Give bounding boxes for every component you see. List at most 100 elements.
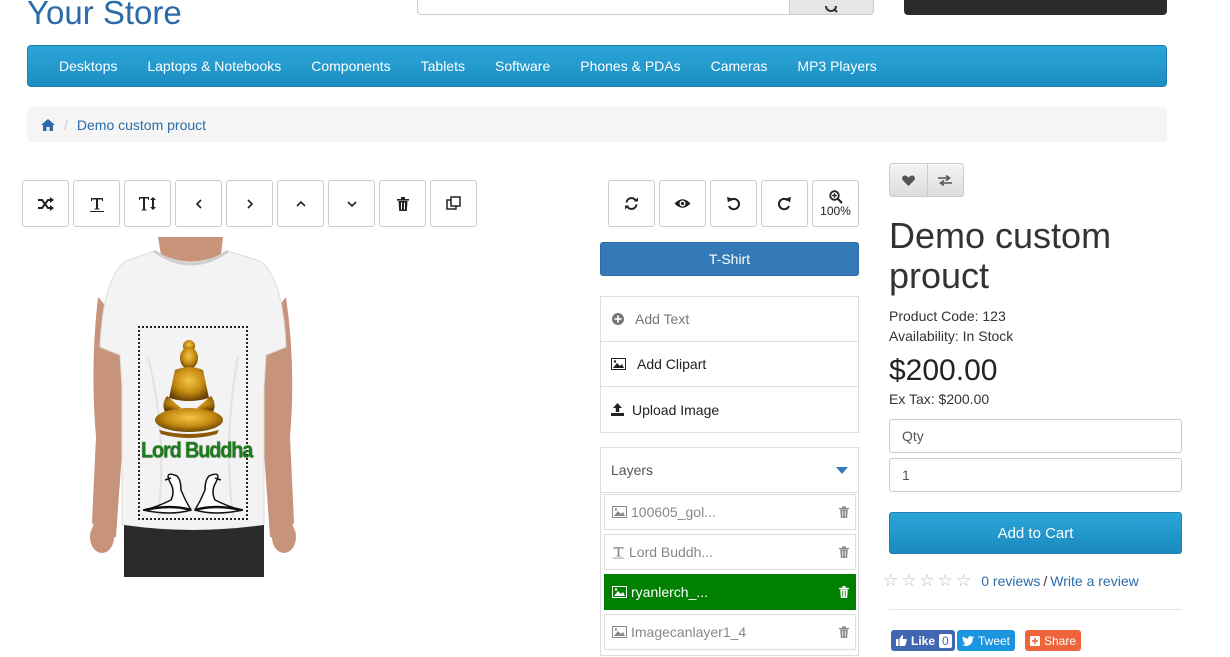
layer-row-active[interactable]: ryanlerch_...	[604, 574, 856, 610]
reset-button[interactable]	[608, 180, 655, 227]
birds-clipart[interactable]	[141, 470, 245, 516]
tweet-label: Tweet	[978, 633, 1011, 648]
write-review-link[interactable]: Write a review	[1050, 573, 1138, 589]
add-to-cart-button[interactable]: Add to Cart	[889, 512, 1182, 554]
share-button[interactable]: Share	[1025, 630, 1082, 651]
facebook-like-button[interactable]: Like 0	[891, 630, 955, 651]
reviews-link[interactable]: 0 reviews	[981, 573, 1040, 589]
layer-name: ryanlerch_...	[631, 584, 709, 600]
text-layer-icon	[612, 547, 625, 559]
tweet-button[interactable]: Tweet	[957, 630, 1016, 651]
layer-row[interactable]: 100605_gol...	[604, 494, 856, 530]
design-text-lord-buddha[interactable]: Lord Buddha	[141, 439, 253, 464]
star-empty-icon: ☆	[956, 571, 972, 590]
layer-name: Imagecanlayer1_4	[631, 624, 747, 640]
layer-delete-icon[interactable]	[833, 506, 855, 518]
redo-button[interactable]	[761, 180, 808, 227]
search-input[interactable]	[417, 0, 790, 15]
chevron-down-icon	[346, 200, 357, 207]
move-right-button[interactable]	[226, 180, 273, 227]
duplicate-button[interactable]	[430, 180, 477, 227]
image-layer-icon	[612, 586, 627, 598]
design-actions: Add Text Add Clipart Upload Image	[600, 296, 859, 433]
clone-icon	[446, 196, 461, 210]
menu-item-desktops[interactable]: Desktops	[44, 58, 132, 74]
layers-title: Layers	[611, 462, 654, 478]
undo-button[interactable]	[710, 180, 757, 227]
rating-row: ☆ ☆ ☆ ☆ ☆ 0 reviews / Write a review	[883, 571, 1139, 591]
product-type-button[interactable]: T-Shirt	[600, 242, 859, 276]
add-text-action[interactable]: Add Text	[601, 297, 858, 342]
add-clipart-label: Add Clipart	[637, 356, 707, 372]
text-icon	[89, 197, 104, 212]
preview-button[interactable]	[659, 180, 706, 227]
product-title: Demo custom prouct	[889, 215, 1112, 296]
plus-square-icon	[1030, 635, 1040, 646]
image-layer-icon	[612, 626, 627, 638]
twitter-bird-icon	[962, 635, 974, 646]
layer-row[interactable]: Imagecanlayer1_4	[604, 614, 856, 650]
exchange-icon	[938, 174, 953, 186]
layer-delete-icon[interactable]	[833, 546, 855, 558]
breadcrumb: / Demo custom prouct	[27, 107, 1167, 142]
upload-image-label: Upload Image	[632, 401, 720, 418]
wishlist-compare-group	[889, 163, 964, 197]
shuffle-button[interactable]	[22, 180, 69, 227]
breadcrumb-current[interactable]: Demo custom prouct	[77, 117, 206, 133]
compare-button[interactable]	[926, 164, 964, 196]
move-up-button[interactable]	[277, 180, 324, 227]
zoom-level: 100%	[820, 204, 851, 218]
layer-delete-icon[interactable]	[833, 626, 855, 638]
cart-button[interactable]	[904, 0, 1167, 15]
qty-input[interactable]	[889, 458, 1182, 492]
plus-circle-icon	[611, 312, 633, 326]
star-empty-icon: ☆	[883, 571, 899, 590]
home-icon[interactable]	[41, 118, 55, 131]
layer-row[interactable]: Lord Buddh...	[604, 534, 856, 570]
wishlist-button[interactable]	[890, 164, 927, 196]
menu-item-cameras[interactable]: Cameras	[696, 58, 783, 74]
upload-icon	[611, 403, 632, 416]
menu-item-mp3[interactable]: MP3 Players	[782, 58, 891, 74]
menu-item-tablets[interactable]: Tablets	[406, 58, 480, 74]
move-left-button[interactable]	[175, 180, 222, 227]
redo-icon	[777, 197, 791, 211]
chevron-left-icon	[195, 198, 202, 209]
breadcrumb-separator: /	[64, 116, 68, 133]
delete-button[interactable]	[379, 180, 426, 227]
move-down-button[interactable]	[328, 180, 375, 227]
search-icon	[824, 6, 838, 13]
zoom-button[interactable]: 100%	[812, 180, 859, 227]
share-label: Share	[1044, 633, 1077, 648]
add-text-label: Add Text	[635, 311, 690, 327]
availability: Availability: In Stock	[889, 328, 1014, 344]
add-clipart-action[interactable]: Add Clipart	[601, 342, 858, 387]
search-button[interactable]	[789, 0, 874, 15]
shuffle-icon	[37, 196, 54, 211]
chevron-right-icon	[246, 198, 253, 209]
layers-header[interactable]: Layers	[601, 448, 858, 493]
chevron-up-icon	[295, 200, 306, 207]
eye-icon	[674, 199, 691, 208]
divider	[889, 609, 1182, 610]
menu-item-phones[interactable]: Phones & PDAs	[565, 58, 695, 74]
text-style-button[interactable]	[73, 180, 120, 227]
product-code: Product Code: 123	[889, 308, 1006, 324]
buddha-clipart[interactable]	[153, 338, 225, 438]
main-menu: Desktops Laptops & Notebooks Components …	[27, 45, 1167, 87]
star-empty-icon: ☆	[937, 571, 953, 590]
layer-name: Lord Buddh...	[629, 544, 714, 560]
undo-icon	[727, 197, 741, 211]
layer-delete-icon[interactable]	[833, 586, 855, 598]
ex-tax-price: Ex Tax: $200.00	[889, 391, 990, 407]
store-logo[interactable]: Your Store	[27, 0, 182, 32]
menu-item-laptops[interactable]: Laptops & Notebooks	[132, 58, 296, 74]
picture-icon	[611, 358, 637, 370]
like-count: 0	[939, 633, 952, 648]
text-size-button[interactable]	[124, 180, 171, 227]
upload-image-action[interactable]: Upload Image	[601, 387, 858, 432]
caret-down-icon[interactable]	[836, 466, 848, 474]
menu-item-software[interactable]: Software	[480, 58, 565, 74]
qty-label: Qty	[889, 419, 1182, 453]
menu-item-components[interactable]: Components	[296, 58, 405, 74]
